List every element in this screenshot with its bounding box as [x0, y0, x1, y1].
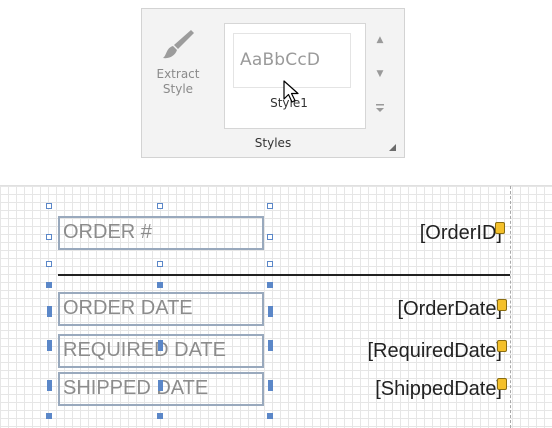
resize-handle[interactable] — [47, 380, 52, 391]
resize-handle[interactable] — [267, 282, 273, 288]
order-date-label[interactable]: ORDER DATE — [58, 292, 264, 326]
resize-handle[interactable] — [267, 261, 273, 267]
order-id-field[interactable]: [OrderID] — [268, 218, 508, 250]
styles-ribbon-group: Extract Style AaBbCcD Style1 ▲ ▼ Styles — [141, 8, 405, 158]
resize-handle[interactable] — [158, 340, 163, 351]
field-tag-icon — [497, 378, 507, 390]
resize-handle[interactable] — [267, 203, 273, 209]
resize-handle[interactable] — [157, 282, 163, 288]
order-number-label[interactable]: ORDER # — [58, 216, 264, 250]
resize-handle[interactable] — [267, 234, 273, 240]
resize-handle[interactable] — [268, 340, 273, 351]
style-gallery[interactable]: AaBbCcD Style1 — [224, 23, 366, 129]
style-preview-text: AaBbCcD — [240, 50, 321, 70]
resize-handle[interactable] — [46, 234, 52, 240]
right-margin-line — [510, 186, 511, 428]
mouse-pointer-icon — [283, 80, 299, 103]
chevron-up-icon[interactable]: ▲ — [370, 35, 390, 45]
extract-style-label: Extract Style — [156, 67, 200, 96]
field-tag-icon — [497, 299, 507, 311]
gallery-scrollbar: ▲ ▼ — [370, 23, 390, 129]
resize-handle[interactable] — [46, 261, 52, 267]
resize-handle[interactable] — [157, 203, 163, 209]
shipped-date-field[interactable]: [ShippedDate] — [268, 374, 508, 406]
field-tag-icon — [495, 222, 505, 234]
styles-group-label: Styles — [254, 136, 292, 150]
order-date-field[interactable]: [OrderDate] — [268, 294, 508, 326]
resize-handle[interactable] — [46, 282, 52, 288]
resize-handle[interactable] — [46, 413, 52, 419]
resize-handle[interactable] — [157, 413, 163, 419]
resize-handle[interactable] — [268, 306, 273, 317]
horizontal-line[interactable] — [58, 274, 510, 276]
gallery-more-icon[interactable] — [370, 103, 390, 116]
resize-handle[interactable] — [46, 203, 52, 209]
dialog-launcher-icon[interactable] — [389, 144, 396, 151]
chevron-down-icon[interactable]: ▼ — [370, 69, 390, 79]
extract-style-button[interactable]: Extract Style — [148, 27, 208, 135]
required-date-field[interactable]: [RequiredDate] — [268, 336, 508, 368]
resize-handle[interactable] — [47, 340, 52, 351]
resize-handle[interactable] — [157, 261, 163, 267]
brush-icon — [163, 30, 194, 59]
field-tag-icon — [497, 340, 507, 352]
resize-handle[interactable] — [47, 306, 52, 317]
resize-handle[interactable] — [268, 380, 273, 391]
resize-handle[interactable] — [267, 413, 273, 419]
resize-handle[interactable] — [158, 380, 163, 391]
